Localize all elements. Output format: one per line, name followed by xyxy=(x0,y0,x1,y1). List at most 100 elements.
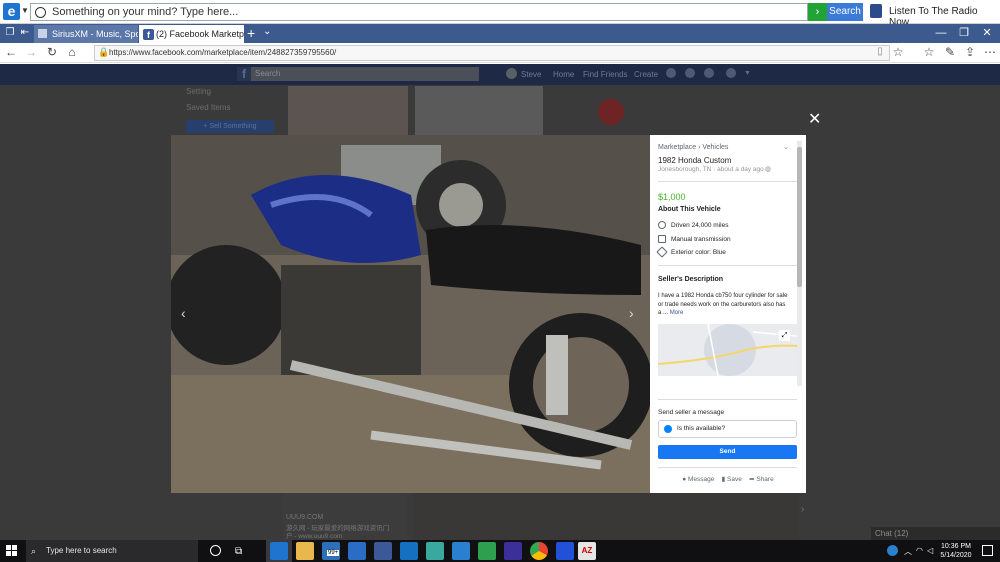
facebook-logo[interactable]: f xyxy=(237,67,251,81)
show-hidden-icons-chevron-icon[interactable]: ︿ xyxy=(904,546,912,557)
message-input[interactable]: Is this available? xyxy=(658,420,797,438)
nav-home[interactable]: Home xyxy=(553,70,574,79)
favorites-icon[interactable]: ☆ xyxy=(922,45,936,59)
facebook-search-placeholder: Search xyxy=(255,69,281,78)
cortana-icon[interactable] xyxy=(210,545,221,556)
listing-photo[interactable]: ‹ › xyxy=(171,135,650,493)
tab-siriusxm[interactable]: SiriusXM - Music, Sport xyxy=(34,25,138,43)
odometer-icon xyxy=(658,221,666,229)
facebook-search-input[interactable]: Search xyxy=(251,67,479,81)
carousel-next-icon[interactable]: › xyxy=(801,504,804,515)
breadcrumb[interactable]: Marketplace › Vehicles xyxy=(658,144,728,151)
back-icon[interactable]: ← xyxy=(4,45,18,59)
search-icon xyxy=(35,6,46,18)
tab-siriusxm-title: SiriusXM - Music, Sport xyxy=(52,29,138,39)
help-tray-icon[interactable] xyxy=(887,545,898,556)
minimize-icon[interactable]: — xyxy=(930,25,952,42)
az-app-icon[interactable]: AZ xyxy=(578,542,596,560)
friend-requests-icon[interactable] xyxy=(666,68,676,78)
tab-list-chevron-icon[interactable]: ⌄ xyxy=(263,26,271,37)
close-window-icon[interactable]: ✕ xyxy=(976,25,998,42)
clock-time: 10:36 PM xyxy=(941,543,971,550)
home-icon[interactable]: ⌂ xyxy=(65,45,79,59)
sidebar-item-saved[interactable]: Saved Items xyxy=(186,103,230,112)
divider xyxy=(658,399,797,400)
reading-view-icon[interactable]: ▯ xyxy=(873,45,887,59)
ad-url: 户 - www.uuu9.com xyxy=(286,533,343,540)
facebook-app-icon[interactable] xyxy=(374,542,392,560)
seller-description-heading: Seller's Description xyxy=(658,276,724,283)
store-icon[interactable] xyxy=(348,542,366,560)
toolbar-search-button[interactable]: Search xyxy=(827,3,863,21)
sidebar-item-setting[interactable]: Setting xyxy=(186,87,211,96)
photos-icon[interactable] xyxy=(400,542,418,560)
siriusxm-tab-icon xyxy=(38,29,47,38)
panel-scrollbar-thumb[interactable] xyxy=(797,147,802,287)
share-icon[interactable]: ⇪ xyxy=(963,45,977,59)
nav-find-friends[interactable]: Find Friends xyxy=(583,70,627,79)
task-view-icon[interactable]: ⧉ xyxy=(235,546,242,557)
yahoo-icon[interactable] xyxy=(504,542,522,560)
notifications-center-icon[interactable] xyxy=(982,545,993,556)
go-button[interactable]: › xyxy=(808,3,827,21)
marketplace-badge-icon xyxy=(598,99,624,125)
address-bar[interactable]: https://www.facebook.com/marketplace/ite… xyxy=(94,45,890,61)
radio-icon[interactable] xyxy=(870,4,882,18)
nav-profile[interactable]: Steve xyxy=(521,70,541,79)
messenger-icon[interactable] xyxy=(685,68,695,78)
refresh-icon[interactable]: ↻ xyxy=(45,45,59,59)
share-action[interactable]: Share xyxy=(756,476,773,483)
system-clock[interactable]: 10:36 PM 5/14/2020 xyxy=(935,542,977,560)
previous-photo-icon[interactable]: ‹ xyxy=(181,305,186,321)
message-action[interactable]: Message xyxy=(688,476,714,483)
more-icon[interactable]: ⋯ xyxy=(983,45,997,59)
favorite-star-icon[interactable]: ☆ xyxy=(891,45,905,59)
avatar[interactable] xyxy=(506,68,517,79)
toolbar-search-input[interactable]: Something on your mind? Type here... xyxy=(30,3,808,21)
mail-badge: 99+ xyxy=(327,550,340,556)
listing-location: Jonesborough, TN · about a day ago xyxy=(658,166,764,173)
tab-overview-icon[interactable]: ❐ xyxy=(4,27,16,39)
tab-facebook-marketplace[interactable]: (2) Facebook Marketpla xyxy=(139,25,244,43)
notifications-icon[interactable] xyxy=(704,68,714,78)
chat-sidebar[interactable]: Chat (12) xyxy=(871,527,1000,540)
more-link[interactable]: More xyxy=(670,310,684,316)
windows-start-icon[interactable] xyxy=(6,545,18,557)
stock-app-icon[interactable] xyxy=(478,542,496,560)
notes-icon[interactable]: ✎ xyxy=(943,45,957,59)
divider xyxy=(658,265,797,266)
send-button[interactable]: Send xyxy=(658,445,797,459)
sell-something-button[interactable]: + Sell Something xyxy=(186,120,274,133)
calculator-icon[interactable] xyxy=(426,542,444,560)
chevron-down-icon[interactable]: ⌄ xyxy=(783,143,789,151)
app-icon[interactable] xyxy=(556,542,574,560)
expand-map-icon[interactable]: ⤢ xyxy=(779,330,790,341)
volume-icon[interactable]: ◁ xyxy=(927,546,933,555)
chrome-icon[interactable] xyxy=(530,542,548,560)
toolbar-search-placeholder: Something on your mind? Type here... xyxy=(52,6,239,18)
internet-explorer-taskbar-icon[interactable] xyxy=(270,542,288,560)
ad-domain: UUU9.COM xyxy=(286,514,324,521)
save-action[interactable]: Save xyxy=(727,476,742,483)
network-icon[interactable]: ◠ xyxy=(916,546,923,555)
taskbar-search-placeholder: Type here to search xyxy=(46,546,117,555)
file-explorer-icon[interactable] xyxy=(296,542,314,560)
restore-icon[interactable]: ❐ xyxy=(953,25,975,42)
next-photo-icon[interactable]: › xyxy=(629,305,634,321)
new-tab-icon[interactable]: + xyxy=(247,26,255,40)
sponsored-ad[interactable]: UUU9.COM 游久网 - 玩家最爱的网络游戏资讯门 户 - www.uuu9… xyxy=(282,493,407,540)
account-menu-chevron-icon[interactable]: ▼ xyxy=(744,70,751,77)
location-map[interactable]: ⤢ xyxy=(658,324,797,376)
help-icon[interactable] xyxy=(726,68,736,78)
chevron-down-icon[interactable]: ▼ xyxy=(21,6,29,15)
close-viewer-icon[interactable]: ✕ xyxy=(808,109,821,129)
feature-color: Exterior color: Blue xyxy=(671,249,726,256)
internet-explorer-icon[interactable]: e xyxy=(3,3,20,20)
messenger-icon xyxy=(664,425,672,433)
kindle-icon[interactable] xyxy=(452,542,470,560)
tab-back-icon[interactable]: ⇤ xyxy=(19,27,31,39)
nav-create[interactable]: Create xyxy=(634,70,658,79)
taskbar-search-input[interactable]: Type here to search xyxy=(26,540,198,562)
forward-icon[interactable]: → xyxy=(24,45,38,59)
tab-facebook-title: (2) Facebook Marketpla xyxy=(156,29,244,39)
